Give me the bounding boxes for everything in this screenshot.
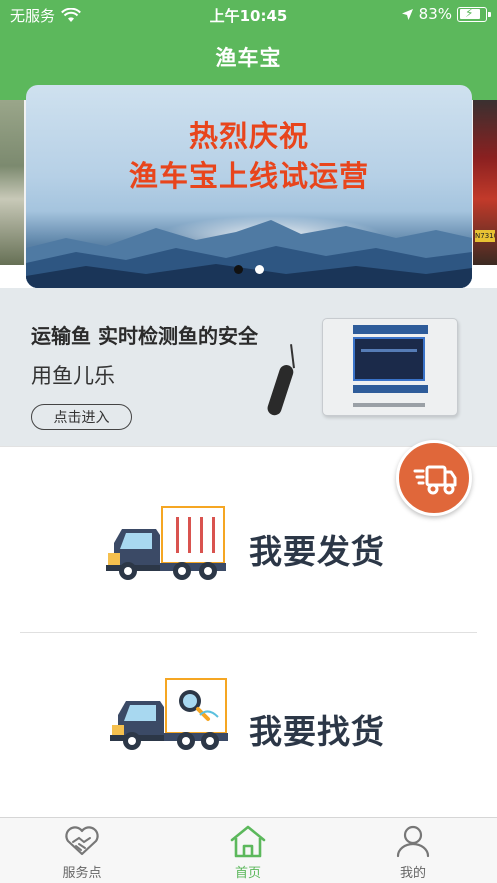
tab-service-points[interactable]: 服务点 xyxy=(37,824,127,881)
find-goods-label: 我要找货 xyxy=(249,712,385,751)
license-plate: N7310 xyxy=(475,230,495,242)
fast-delivery-icon xyxy=(413,465,457,495)
banner-headline-2: 渔车宝上线试运营 xyxy=(128,159,369,193)
battery-percent: 83% xyxy=(418,5,452,23)
tab-label-home: 首页 xyxy=(234,866,261,881)
truck-cargo-icon xyxy=(106,506,226,580)
ship-goods-label: 我要发货 xyxy=(249,532,385,571)
promo-card[interactable]: 运输鱼 实时检测鱼的安全 用鱼儿乐 点击进入 xyxy=(0,288,497,446)
monitor-device-image xyxy=(322,318,458,416)
user-icon xyxy=(396,825,430,858)
page-title: 渔车宝 xyxy=(215,46,282,70)
handshake-heart-icon xyxy=(65,826,99,856)
previous-slide-peek[interactable] xyxy=(0,100,24,265)
menu-divider xyxy=(20,632,477,633)
delivery-float-button[interactable] xyxy=(396,440,472,516)
tab-label-mine: 我的 xyxy=(399,866,426,881)
promo-subtitle: 用鱼儿乐 xyxy=(31,364,115,388)
next-slide-peek[interactable]: N7310 xyxy=(473,100,497,265)
find-goods-item[interactable]: 我要找货 xyxy=(0,665,497,815)
banner-slide[interactable]: 热烈庆祝 渔车宝上线试运营 xyxy=(26,85,472,288)
banner-headline-1: 热烈庆祝 xyxy=(188,119,309,153)
carousel-dot-1[interactable] xyxy=(234,265,243,274)
promo-title: 运输鱼 实时检测鱼的安全 xyxy=(31,324,258,348)
tab-home[interactable]: 首页 xyxy=(203,824,293,881)
status-right: 83% ⚡ xyxy=(401,5,491,23)
carousel-dot-2[interactable] xyxy=(255,265,264,274)
mountain-landscape xyxy=(26,208,472,288)
location-arrow-icon xyxy=(401,8,413,20)
tab-label-service: 服务点 xyxy=(62,866,102,881)
status-bar: 无服务 上午10:45 83% ⚡ xyxy=(0,0,497,30)
enter-button[interactable]: 点击进入 xyxy=(31,404,132,430)
bottom-tab-bar: 服务点 首页 我的 xyxy=(0,817,497,883)
tab-mine[interactable]: 我的 xyxy=(368,824,458,881)
battery-icon: ⚡ xyxy=(457,6,491,22)
carousel-indicator xyxy=(26,265,472,274)
home-icon xyxy=(230,825,266,858)
truck-search-icon xyxy=(110,678,228,750)
